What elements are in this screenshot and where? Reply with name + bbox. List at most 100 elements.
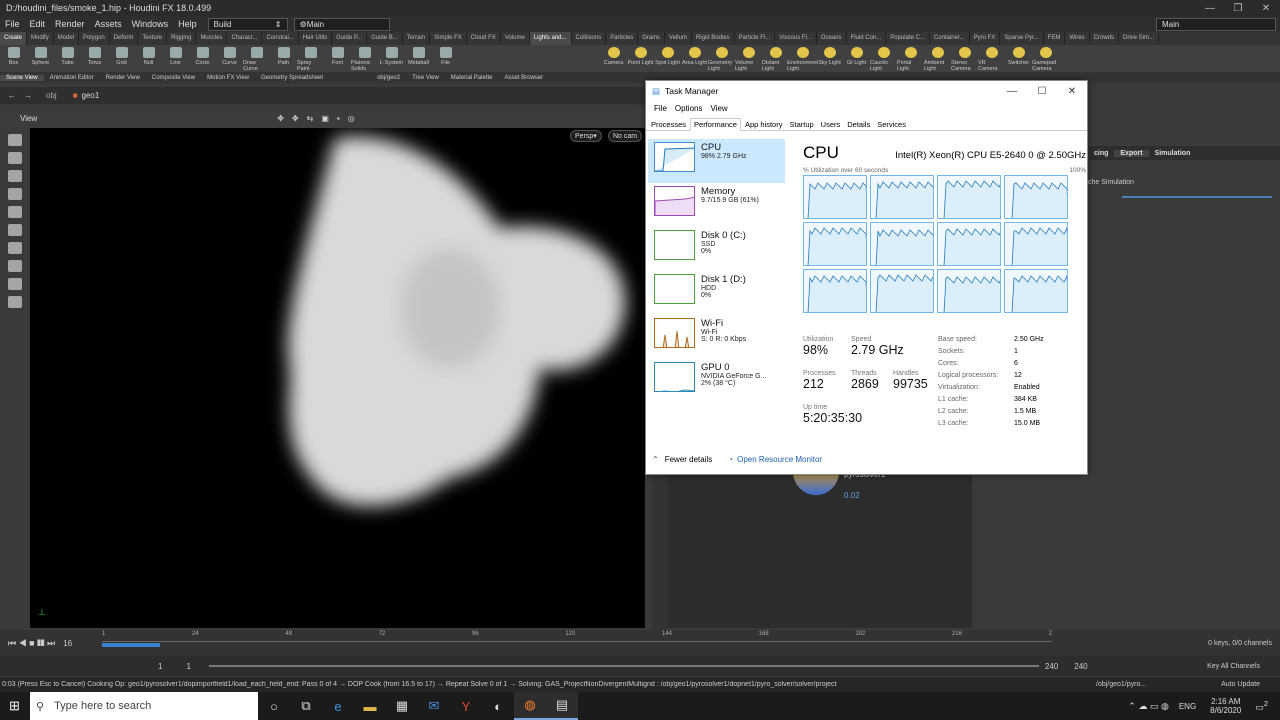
taskmanager-icon[interactable]: ▤: [546, 692, 578, 720]
minimize-icon[interactable]: —: [1196, 3, 1224, 14]
shelf-tab[interactable]: Terrain: [403, 32, 431, 45]
yahoo-icon[interactable]: Y: [450, 692, 482, 720]
key-all-channels[interactable]: Key All Channels: [1207, 663, 1260, 670]
shelf-tab[interactable]: Muscles: [196, 32, 228, 45]
maximize-icon[interactable]: ❐: [1224, 3, 1252, 14]
menu-file[interactable]: File: [0, 19, 25, 29]
edge-icon[interactable]: e: [322, 692, 354, 720]
cortana-icon[interactable]: ○: [258, 692, 290, 720]
current-frame[interactable]: 16: [63, 639, 72, 648]
shelf-tab[interactable]: Oceans: [817, 32, 847, 45]
range-end2[interactable]: 240: [1074, 662, 1087, 671]
auto-update[interactable]: Auto Update: [1221, 681, 1260, 688]
shelf-tab[interactable]: Collisions: [572, 32, 607, 45]
shelf-tab[interactable]: Wires: [1065, 32, 1090, 45]
clock[interactable]: 2:16 AM 8/6/2020: [1210, 697, 1241, 715]
pane-tab[interactable]: Asset Browser: [498, 75, 549, 81]
snap-icon[interactable]: [8, 260, 22, 272]
shelf-tool[interactable]: Box: [0, 45, 27, 72]
pane-tab[interactable]: Render View: [100, 75, 146, 81]
tab-users[interactable]: Users: [818, 119, 844, 130]
light-tool[interactable]: Volume Light: [735, 45, 762, 72]
light-tool[interactable]: VR Camera: [978, 45, 1005, 72]
shelf-tool[interactable]: Draw Curve: [243, 45, 270, 72]
shelf-tab[interactable]: FEM: [1044, 32, 1066, 45]
camera-icon[interactable]: [8, 296, 22, 308]
shelf-tool[interactable]: Curve: [216, 45, 243, 72]
pane-tab[interactable]: Material Palette: [445, 75, 499, 81]
shelf-tab[interactable]: Deform: [110, 32, 139, 45]
shelf-tab[interactable]: Polygon: [79, 32, 110, 45]
taskbar-search[interactable]: ⚲ Type here to search: [30, 692, 258, 720]
tray-icons[interactable]: ⌃ ☁ ▭ ◍: [1128, 701, 1168, 712]
shelf-tab[interactable]: Cloud FX: [467, 32, 501, 45]
shelf-tab[interactable]: Populate C...: [886, 32, 930, 45]
menu-render[interactable]: Render: [50, 19, 90, 29]
pane-tab[interactable]: Tree View: [406, 75, 445, 81]
mail-icon[interactable]: ✉: [418, 692, 450, 720]
shelf-tab[interactable]: Particles: [606, 32, 639, 45]
chevron-up-icon[interactable]: ⌃: [652, 455, 659, 464]
shelf-tool[interactable]: Platonic Solids: [351, 45, 378, 72]
path-geo[interactable]: geo1: [82, 91, 100, 100]
light-tool[interactable]: Sky Light: [816, 45, 843, 72]
tm-menu-file[interactable]: File: [650, 104, 671, 113]
close-icon[interactable]: ✕: [1252, 3, 1280, 14]
resource-disk0[interactable]: Disk 0 (C:) SSD 0%: [648, 227, 785, 271]
pane-tab[interactable]: obj/geo2: [371, 75, 406, 81]
light-tool[interactable]: Environment Light: [787, 45, 818, 72]
viewer-tools[interactable]: ✥✥⇆▣▪◎: [277, 114, 362, 123]
param-slider[interactable]: [1122, 196, 1272, 198]
shelf-tool[interactable]: Path: [270, 45, 297, 72]
pane-tab[interactable]: Animation Editor: [44, 75, 100, 81]
tm-close-icon[interactable]: ✕: [1057, 86, 1087, 97]
shelf-tab[interactable]: Vellum: [665, 32, 692, 45]
shelf-tool[interactable]: File: [432, 45, 459, 72]
move-icon[interactable]: [8, 152, 22, 164]
shelf-tab[interactable]: Constrai...: [262, 32, 299, 45]
rotate-icon[interactable]: [8, 170, 22, 182]
shelf-tab[interactable]: Crowds: [1090, 32, 1120, 45]
scale-icon[interactable]: [8, 188, 22, 200]
shelf-tab[interactable]: Viscous Fl...: [775, 32, 817, 45]
light-tool[interactable]: Portal Light: [897, 45, 924, 72]
shelf-tool[interactable]: Sphere: [27, 45, 54, 72]
shelf-tool[interactable]: Metaball: [405, 45, 432, 72]
tab-performance[interactable]: Performance: [690, 118, 741, 131]
light-tool[interactable]: Point Light: [627, 45, 654, 72]
shelf-tool[interactable]: Grid: [108, 45, 135, 72]
menu-edit[interactable]: Edit: [25, 19, 51, 29]
handle-icon[interactable]: [8, 206, 22, 218]
light-tool[interactable]: Switcher: [1005, 45, 1032, 72]
light-tool[interactable]: Geometry Light: [708, 45, 735, 72]
resource-disk1[interactable]: Disk 1 (D:) HDD 0%: [648, 271, 785, 315]
range-end[interactable]: 240: [1045, 662, 1058, 671]
light-tool[interactable]: Spot Light: [654, 45, 681, 72]
light-tool[interactable]: Distant Light: [762, 45, 789, 72]
shelf-tab[interactable]: Fluid Con...: [847, 32, 887, 45]
tab-services[interactable]: Services: [874, 119, 909, 130]
app-icon[interactable]: ◐: [482, 692, 514, 720]
shelf-tool[interactable]: Line: [162, 45, 189, 72]
shelf-tab[interactable]: Create: [0, 32, 28, 45]
back-icon[interactable]: ←: [8, 91, 16, 100]
resource-cpu[interactable]: CPU 98% 2.79 GHz: [648, 139, 785, 183]
shelf-tab[interactable]: Drive Sim...: [1119, 32, 1160, 45]
shelf-tab[interactable]: Hair Utils: [299, 32, 333, 45]
pane-tab[interactable]: Geometry Spreadsheet: [255, 75, 329, 81]
tab-details[interactable]: Details: [844, 119, 873, 130]
playback-controls[interactable]: ⏮ ◀ ■ ❚❚ ⏭: [8, 638, 55, 649]
view-icon[interactable]: [8, 242, 22, 254]
houdini-icon[interactable]: ◍: [514, 692, 546, 720]
shelf-tab[interactable]: Pyro FX: [970, 32, 1001, 45]
shelf-tab[interactable]: Volume: [501, 32, 530, 45]
resource-monitor-link[interactable]: Open Resource Monitor: [737, 455, 822, 464]
forward-icon[interactable]: →: [24, 91, 32, 100]
shelf-tab[interactable]: Grains: [638, 32, 665, 45]
timeline-track[interactable]: 1 24 48 72 96 120 144 168 192 216 2: [102, 631, 1053, 653]
range-start2[interactable]: 1: [186, 662, 190, 671]
light-tool[interactable]: Gamepad Camera: [1032, 45, 1059, 72]
timeline[interactable]: ⏮ ◀ ■ ❚❚ ⏭ 16 1 24 48 72 96 120 144 168 192 216 2 …: [0, 630, 1280, 656]
right-desktop-dropdown[interactable]: Main: [1156, 17, 1276, 31]
shelf-tab[interactable]: Sparse Pyr...: [1000, 32, 1044, 45]
